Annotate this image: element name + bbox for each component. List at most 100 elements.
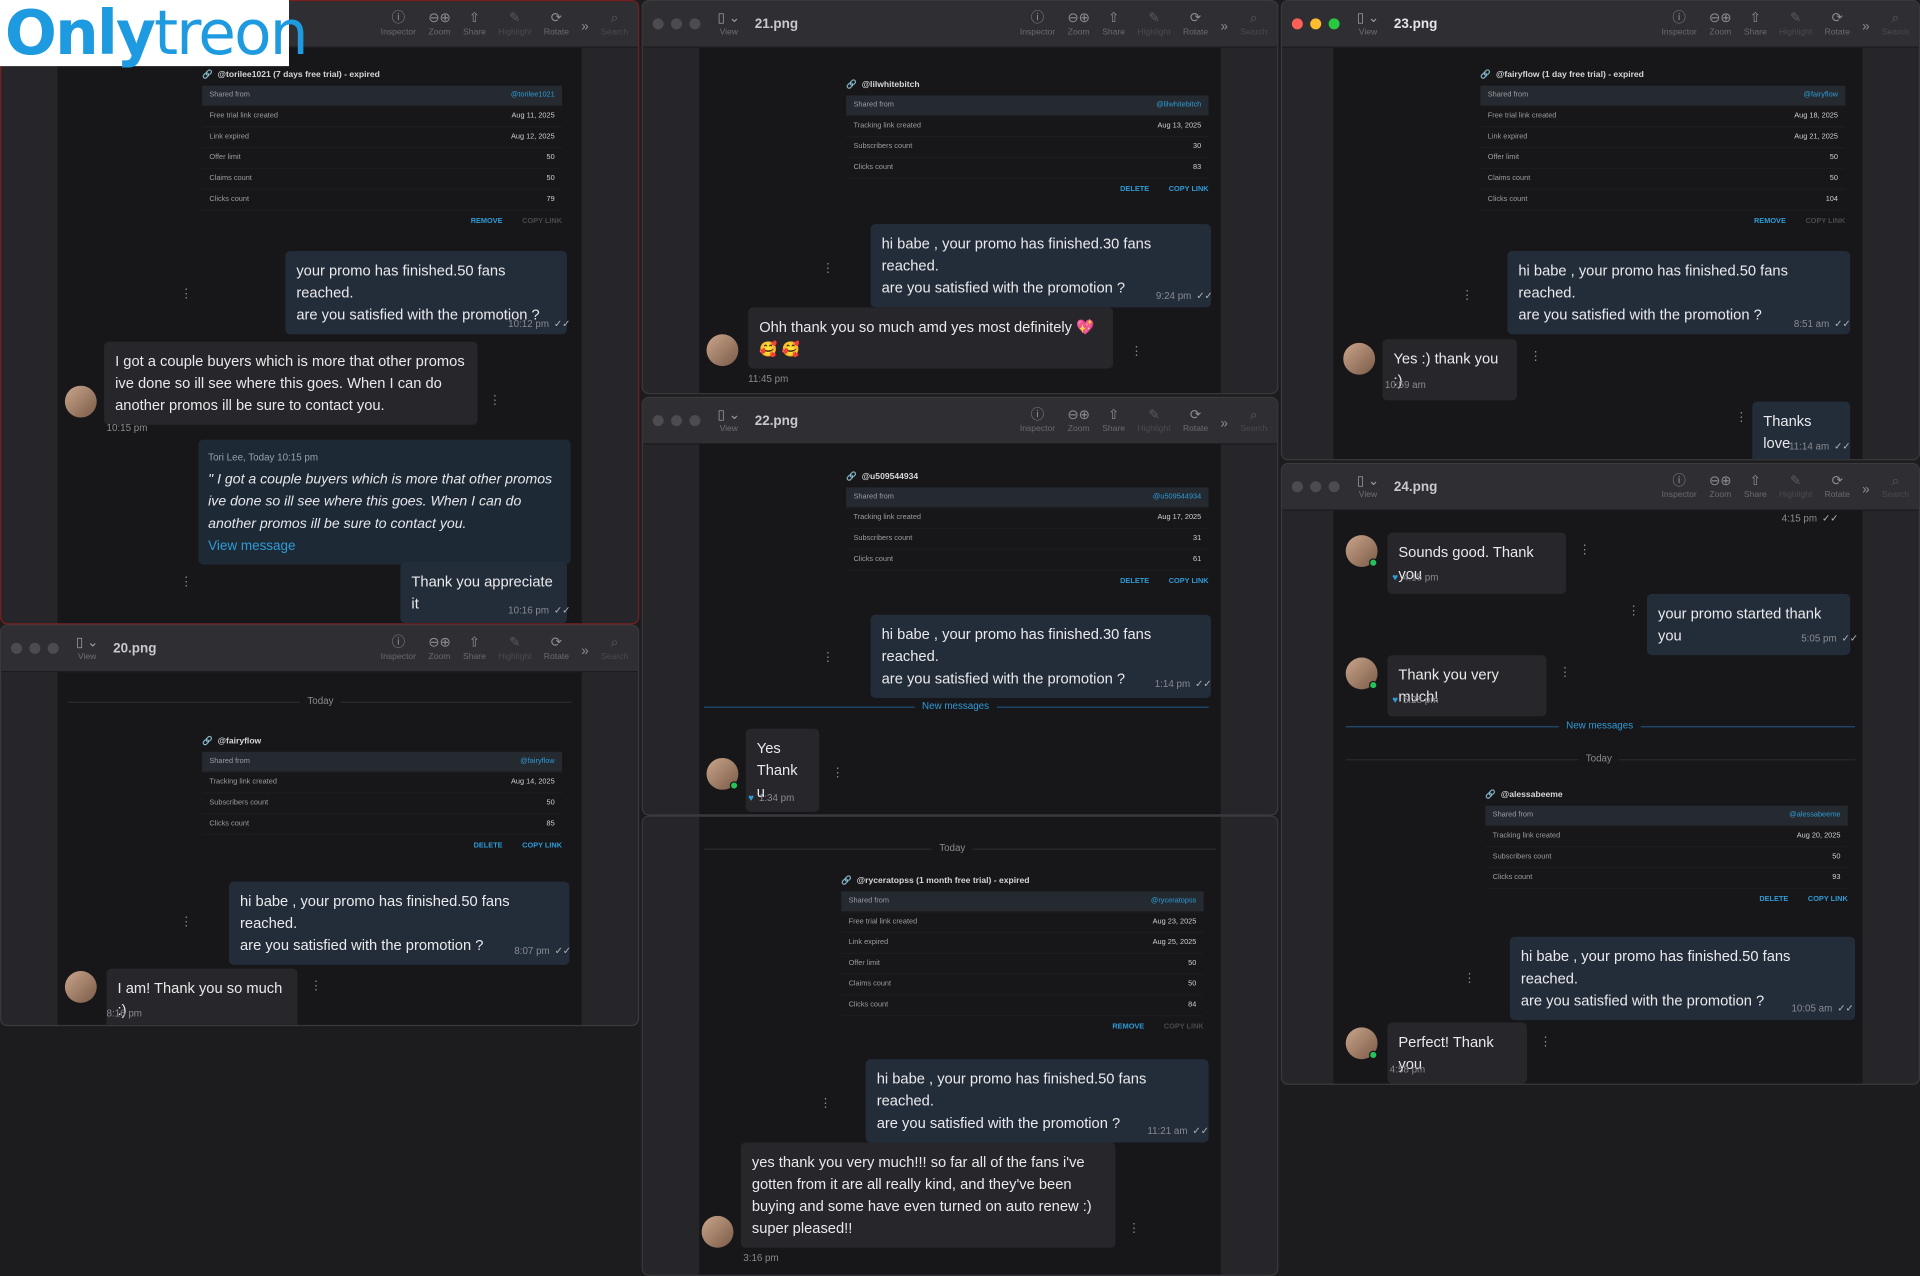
inspector-button[interactable]: ⓘ Inspector bbox=[381, 11, 416, 37]
search-button[interactable]: ⌕ Search bbox=[1240, 11, 1267, 37]
search-button[interactable]: ⌕ Search bbox=[1240, 408, 1267, 434]
message-menu-icon[interactable]: ⋮ bbox=[1539, 1037, 1551, 1049]
rotate-button[interactable]: ⟳ Rotate bbox=[1825, 11, 1850, 37]
shared-from-link[interactable]: @u509544934 bbox=[1153, 493, 1201, 500]
traffic-lights[interactable] bbox=[652, 18, 701, 30]
avatar[interactable] bbox=[1343, 342, 1376, 375]
highlight-button[interactable]: ✎ Highlight bbox=[498, 636, 531, 662]
rotate-button[interactable]: ⟳ Rotate bbox=[1183, 408, 1208, 434]
traffic-lights[interactable] bbox=[11, 642, 59, 654]
message-menu-icon[interactable]: ⋮ bbox=[1578, 544, 1590, 557]
inspector-button[interactable]: ⓘ Inspector bbox=[1662, 11, 1697, 37]
shared-from-link[interactable]: @ryceratopss bbox=[1151, 898, 1196, 905]
message-menu-icon[interactable]: ⋮ bbox=[1130, 346, 1142, 359]
delete-button[interactable]: DELETE bbox=[1120, 578, 1149, 585]
rotate-button[interactable]: ⟳ Rotate bbox=[544, 636, 569, 662]
avatar[interactable] bbox=[1345, 1027, 1378, 1060]
message-menu-icon[interactable]: ⋮ bbox=[489, 395, 501, 408]
delete-button[interactable]: DELETE bbox=[474, 842, 503, 849]
highlight-button[interactable]: ✎ Highlight bbox=[1779, 474, 1812, 500]
traffic-lights[interactable] bbox=[1291, 481, 1340, 493]
view-button[interactable]: ▯ ⌄ View bbox=[718, 408, 740, 434]
zoom-button[interactable]: ⊖⊕ Zoom bbox=[428, 11, 451, 37]
message-menu-icon[interactable]: ⋮ bbox=[831, 767, 843, 780]
avatar[interactable] bbox=[706, 757, 739, 790]
highlight-button[interactable]: ✎ Highlight bbox=[1779, 11, 1812, 37]
share-button[interactable]: ⇧ Share bbox=[1744, 11, 1767, 37]
inspector-button[interactable]: ⓘ Inspector bbox=[381, 636, 416, 662]
message-menu-icon[interactable]: ⋮ bbox=[1559, 667, 1571, 679]
inspector-button[interactable]: ⓘ Inspector bbox=[1020, 11, 1055, 37]
rotate-button[interactable]: ⟳ Rotate bbox=[544, 11, 569, 37]
avatar[interactable] bbox=[1345, 535, 1378, 567]
shared-from-link[interactable]: @fairyflow bbox=[1804, 92, 1838, 99]
message-menu-icon[interactable]: ⋮ bbox=[1735, 412, 1747, 425]
message-menu-icon[interactable]: ⋮ bbox=[1461, 290, 1473, 302]
inspector-button[interactable]: ⓘ Inspector bbox=[1020, 408, 1055, 434]
copy-link-button[interactable]: COPY LINK bbox=[1808, 896, 1848, 903]
more-tools-button[interactable]: » bbox=[1220, 416, 1228, 433]
message-menu-icon[interactable]: ⋮ bbox=[180, 917, 192, 929]
zoom-button[interactable]: ⊖⊕ Zoom bbox=[1067, 11, 1090, 37]
remove-button[interactable]: REMOVE bbox=[1112, 1024, 1144, 1031]
zoom-button[interactable]: ⊖⊕ Zoom bbox=[428, 636, 451, 662]
more-tools-button[interactable]: » bbox=[1220, 20, 1228, 37]
avatar[interactable] bbox=[1345, 657, 1378, 690]
traffic-lights[interactable] bbox=[652, 415, 701, 427]
traffic-lights[interactable] bbox=[1291, 18, 1340, 30]
zoom-button[interactable]: ⊖⊕ Zoom bbox=[1709, 11, 1732, 37]
message-menu-icon[interactable]: ⋮ bbox=[310, 980, 322, 993]
copy-link-button[interactable]: COPY LINK bbox=[1164, 1024, 1204, 1031]
view-button[interactable]: ▯ ⌄ View bbox=[718, 11, 740, 37]
remove-button[interactable]: REMOVE bbox=[1754, 218, 1786, 225]
avatar[interactable] bbox=[64, 385, 97, 418]
rotate-button[interactable]: ⟳ Rotate bbox=[1825, 474, 1850, 500]
share-button[interactable]: ⇧ Share bbox=[1744, 474, 1767, 500]
share-button[interactable]: ⇧ Share bbox=[1102, 11, 1125, 37]
zoom-button[interactable]: ⊖⊕ Zoom bbox=[1067, 408, 1090, 434]
delete-button[interactable]: DELETE bbox=[1759, 896, 1788, 903]
highlight-button[interactable]: ✎ Highlight bbox=[1137, 408, 1170, 434]
message-menu-icon[interactable]: ⋮ bbox=[180, 288, 192, 301]
shared-from-link[interactable]: @lilwhitebitch bbox=[1156, 102, 1201, 109]
search-button[interactable]: ⌕ Search bbox=[601, 636, 628, 662]
share-button[interactable]: ⇧ Share bbox=[463, 636, 486, 662]
message-menu-icon[interactable]: ⋮ bbox=[1128, 1223, 1140, 1235]
copy-link-button[interactable]: COPY LINK bbox=[522, 842, 562, 849]
message-menu-icon[interactable]: ⋮ bbox=[1463, 973, 1475, 985]
inspector-button[interactable]: ⓘ Inspector bbox=[1662, 474, 1697, 500]
shared-from-link[interactable]: @alessabeeme bbox=[1789, 812, 1840, 819]
remove-button[interactable]: REMOVE bbox=[471, 218, 503, 225]
more-tools-button[interactable]: » bbox=[1862, 20, 1870, 37]
shared-from-link[interactable]: @torilee1021 bbox=[511, 92, 555, 99]
message-menu-icon[interactable]: ⋮ bbox=[819, 1098, 831, 1110]
view-message-link[interactable]: View message bbox=[208, 535, 561, 557]
view-button[interactable]: ▯ ⌄ View bbox=[76, 636, 98, 662]
avatar[interactable] bbox=[706, 334, 739, 367]
delete-button[interactable]: DELETE bbox=[1120, 186, 1149, 193]
copy-link-button[interactable]: COPY LINK bbox=[1169, 186, 1209, 193]
view-button[interactable]: ▯ ⌄ View bbox=[1357, 11, 1379, 37]
search-button[interactable]: ⌕ Search bbox=[601, 11, 628, 37]
search-button[interactable]: ⌕ Search bbox=[1882, 474, 1909, 500]
shared-from-link[interactable]: @fairyflow bbox=[520, 758, 554, 765]
copy-link-button[interactable]: COPY LINK bbox=[1169, 578, 1209, 585]
highlight-button[interactable]: ✎ Highlight bbox=[498, 11, 531, 37]
more-tools-button[interactable]: » bbox=[581, 644, 589, 661]
share-button[interactable]: ⇧ Share bbox=[1102, 408, 1125, 434]
message-menu-icon[interactable]: ⋮ bbox=[180, 576, 192, 589]
message-menu-icon[interactable]: ⋮ bbox=[822, 263, 834, 275]
highlight-button[interactable]: ✎ Highlight bbox=[1137, 11, 1170, 37]
copy-link-button[interactable]: COPY LINK bbox=[1805, 218, 1845, 225]
message-menu-icon[interactable]: ⋮ bbox=[1627, 606, 1639, 618]
share-button[interactable]: ⇧ Share bbox=[463, 11, 486, 37]
more-tools-button[interactable]: » bbox=[1862, 482, 1870, 499]
avatar[interactable] bbox=[701, 1215, 734, 1248]
more-tools-button[interactable]: » bbox=[581, 20, 589, 37]
message-menu-icon[interactable]: ⋮ bbox=[822, 652, 834, 665]
avatar[interactable] bbox=[64, 971, 97, 1003]
zoom-button[interactable]: ⊖⊕ Zoom bbox=[1709, 474, 1732, 500]
view-button[interactable]: ▯ ⌄ View bbox=[1357, 474, 1379, 500]
rotate-button[interactable]: ⟳ Rotate bbox=[1183, 11, 1208, 37]
message-menu-icon[interactable]: ⋮ bbox=[1529, 351, 1541, 363]
